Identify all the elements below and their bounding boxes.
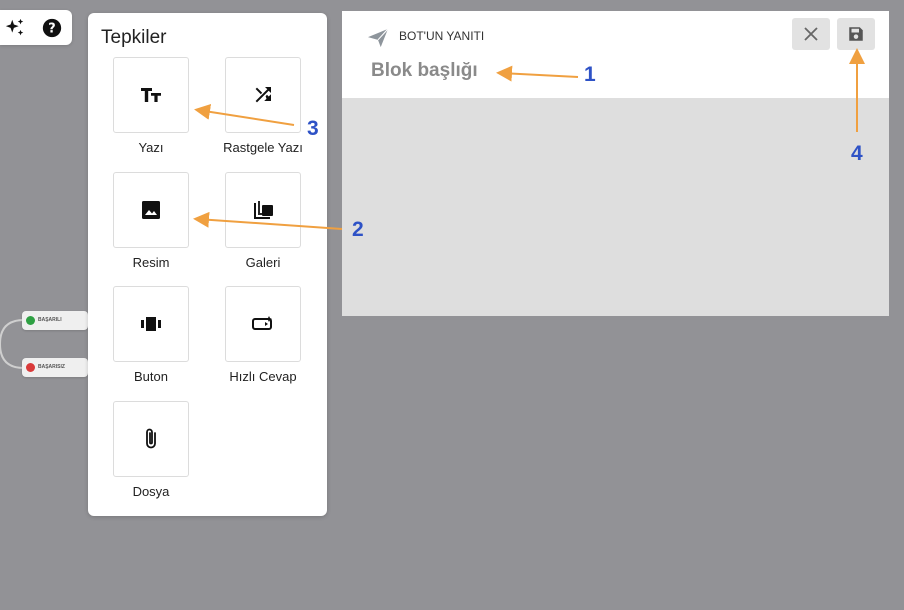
annotation-number: 3 [307, 117, 319, 140]
arrow-3 [194, 103, 295, 126]
annotation-number: 1 [584, 63, 596, 86]
arrow-2 [193, 211, 343, 230]
annotation-arrows [193, 48, 865, 230]
annotation-number: 2 [352, 218, 364, 241]
arrow-1 [496, 65, 579, 82]
annotation-number: 4 [851, 142, 863, 165]
